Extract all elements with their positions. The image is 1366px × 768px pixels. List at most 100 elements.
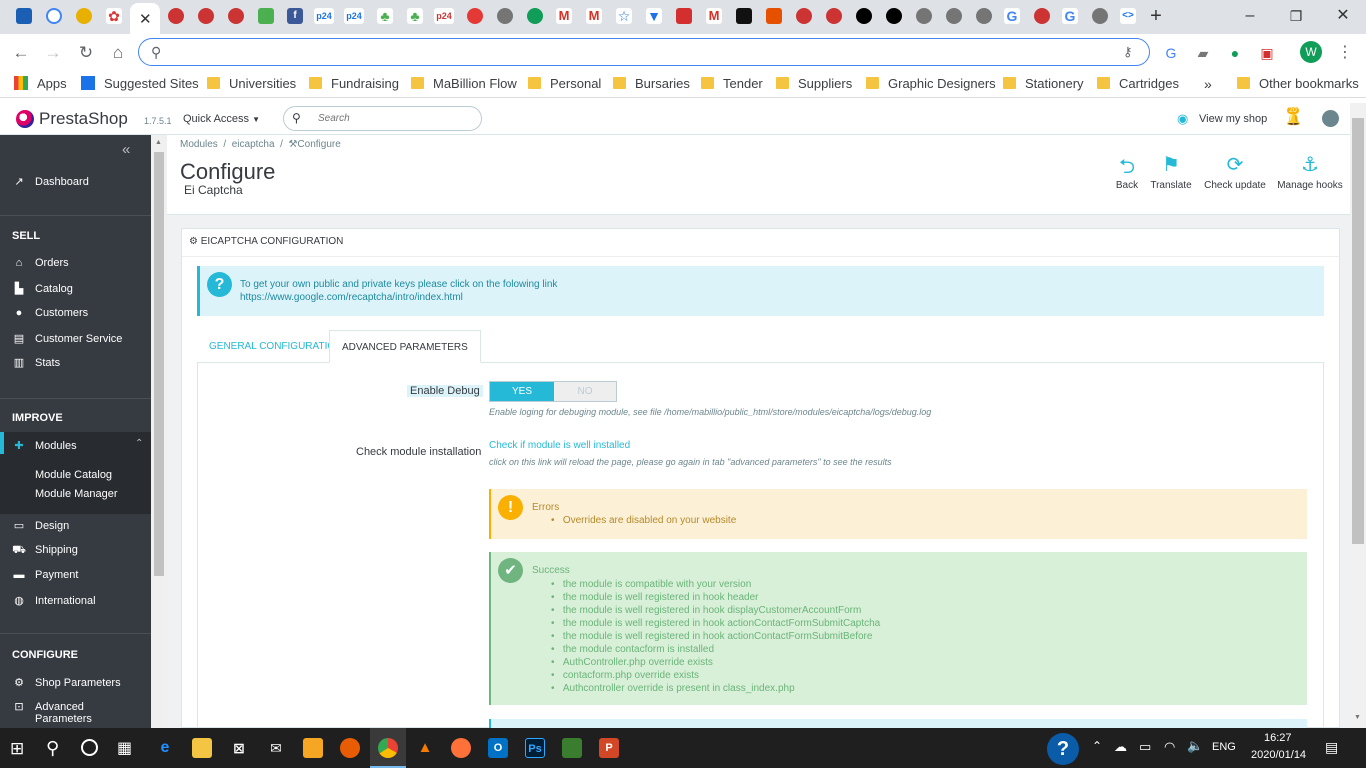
bookmark-stationery[interactable]: Stationery [1003, 76, 1084, 92]
menu-kebab-icon[interactable]: ⋮ [1334, 42, 1356, 64]
toolbar-manage-hooks-button[interactable]: ⚓ Manage hooks [1275, 152, 1345, 191]
edge-icon[interactable]: e [155, 738, 175, 758]
tab-globe-icon[interactable] [946, 8, 962, 24]
tab-gmail-icon[interactable]: M [586, 8, 602, 24]
tab-p24-icon[interactable]: p24 [314, 8, 334, 24]
scrollbar-thumb[interactable] [1352, 118, 1364, 544]
view-my-shop-link[interactable]: View my shop [1199, 113, 1267, 125]
quick-access-dropdown[interactable]: Quick Access ▼ [183, 113, 260, 125]
scroll-up-icon[interactable]: ▲ [155, 139, 162, 146]
extension-icon[interactable]: ● [1224, 42, 1246, 64]
breadcrumb-modules[interactable]: Modules [180, 139, 218, 150]
bookmark-bursaries[interactable]: Bursaries [613, 76, 690, 92]
onedrive-icon[interactable]: ☁ [1114, 739, 1127, 755]
chevron-up-icon[interactable]: ⌃ [1092, 739, 1102, 753]
tab-favicon-icon[interactable] [258, 8, 274, 24]
tab-p24-icon[interactable]: p24 [434, 8, 454, 24]
debug-no-option[interactable]: NO [554, 382, 616, 401]
tab-favicon-icon[interactable] [1034, 8, 1050, 24]
tab-globe-icon[interactable] [1092, 8, 1108, 24]
bookmark-universities[interactable]: Universities [207, 76, 296, 92]
debug-switch[interactable]: YES NO [489, 381, 617, 402]
bookmark-personal[interactable]: Personal [528, 76, 601, 92]
sidebar-item-modules[interactable]: ✚ Modules [12, 439, 76, 452]
bookmark-tender[interactable]: Tender [701, 76, 763, 92]
tab-github-icon[interactable] [886, 8, 902, 24]
check-install-link[interactable]: Check if module is well installed [489, 440, 630, 451]
sidebar-item-orders[interactable]: ⌂ Orders [12, 257, 69, 269]
help-icon[interactable]: ? [1047, 733, 1079, 765]
sidebar-item-payment[interactable]: ▬ Payment [12, 569, 79, 581]
photoshop-icon[interactable]: Ps [525, 738, 545, 758]
bookmark-other[interactable]: Other bookmarks [1237, 76, 1359, 92]
address-bar[interactable]: ⚲ ⚷ [138, 38, 1150, 66]
home-icon[interactable]: ⌂ [107, 42, 129, 64]
tab-favicon-icon[interactable] [76, 8, 92, 24]
reload-icon[interactable]: ↻ [75, 42, 97, 64]
file-explorer-icon[interactable] [192, 738, 212, 758]
translate-ext-icon[interactable]: G [1160, 42, 1182, 64]
sidebar-item-shop-parameters[interactable]: ⚙ Shop Parameters [12, 676, 121, 689]
sidebar-item-customer-service[interactable]: ▤ Customer Service [12, 332, 123, 345]
sidebar-item-design[interactable]: ▭ Design [12, 519, 69, 532]
tab-favicon-icon[interactable] [736, 8, 752, 24]
forward-nav-icon[interactable]: → [42, 42, 64, 64]
bookmark-fundraising[interactable]: Fundraising [309, 76, 399, 92]
tab-favicon-icon[interactable]: ▼ [646, 8, 662, 24]
tab-favicon-icon[interactable] [198, 8, 214, 24]
sidebar-item-stats[interactable]: ▥ Stats [12, 356, 60, 369]
profile-avatar[interactable]: W [1300, 41, 1322, 63]
user-avatar-icon[interactable] [1322, 110, 1339, 127]
breadcrumb-eicaptcha[interactable]: eicaptcha [232, 139, 275, 150]
tab-favicon-icon[interactable] [796, 8, 812, 24]
outlook-icon[interactable]: O [488, 738, 508, 758]
sidebar-item-international[interactable]: ◍ International [12, 594, 95, 607]
volume-icon[interactable]: 🔈 [1187, 738, 1203, 754]
tab-favicon-icon[interactable] [16, 8, 32, 24]
firefox-icon[interactable] [451, 738, 471, 758]
sidebar-item-dashboard[interactable]: ↗ Dashboard [12, 175, 88, 188]
tab-butterfly-icon[interactable]: ✿ [106, 8, 122, 24]
tab-favicon-icon[interactable] [168, 8, 184, 24]
tab-globe-icon[interactable] [976, 8, 992, 24]
tab-advanced-parameters[interactable]: ADVANCED PARAMETERS [329, 330, 481, 363]
prestashop-logo-text[interactable]: PrestaShop [39, 109, 128, 129]
tab-tree-icon[interactable]: ♣ [377, 8, 393, 24]
battery-icon[interactable]: ▭ [1139, 739, 1151, 755]
close-tab-icon[interactable]: ✕ [139, 10, 152, 28]
app-icon[interactable] [562, 738, 582, 758]
extension-icon[interactable]: ▰ [1192, 42, 1214, 64]
tab-google-icon[interactable]: G [1004, 8, 1020, 24]
tab-loading-icon[interactable] [46, 8, 62, 24]
store-icon[interactable]: ⊠ [229, 738, 249, 758]
tab-globe-icon[interactable] [916, 8, 932, 24]
sidebar-item-module-manager[interactable]: Module Manager [35, 488, 118, 500]
sidebar-item-customers[interactable]: ● Customers [12, 307, 89, 319]
toolbar-back-button[interactable]: ⮌ Back [1112, 152, 1142, 191]
tab-facebook-icon[interactable]: f [287, 8, 303, 24]
task-view-icon[interactable]: ▦ [117, 738, 132, 758]
sidebar-scrollbar[interactable]: ▲ [151, 135, 167, 728]
powerpoint-icon[interactable]: P [599, 738, 619, 758]
app-icon[interactable] [340, 738, 360, 758]
chrome-icon[interactable] [378, 738, 398, 758]
more-bookmarks-icon[interactable]: » [1204, 76, 1212, 92]
back-nav-icon[interactable]: ← [10, 42, 32, 64]
tab-p24-icon[interactable]: p24 [344, 8, 364, 24]
tab-tree-icon[interactable]: ♣ [407, 8, 423, 24]
tab-globe-icon[interactable] [497, 8, 513, 24]
key-icon[interactable]: ⚷ [1123, 44, 1133, 60]
notifications-icon[interactable]: ▤ [1325, 739, 1338, 756]
new-tab-icon[interactable]: + [1146, 6, 1166, 26]
sidebar-item-advanced-parameters[interactable]: ⊡ Advanced Parameters [12, 701, 91, 725]
sidebar-item-module-catalog[interactable]: Module Catalog [35, 469, 112, 481]
restore-icon[interactable]: ❐ [1286, 6, 1306, 26]
ps-search-input[interactable] [318, 110, 468, 126]
tab-favicon-icon[interactable] [527, 8, 543, 24]
extension-icon[interactable]: ▣ [1256, 42, 1278, 64]
tab-gmail-icon[interactable]: M [556, 8, 572, 24]
vlc-icon[interactable]: ▲ [415, 738, 435, 758]
tab-favicon-icon[interactable] [228, 8, 244, 24]
clock-date[interactable]: 2020/01/14 [1251, 749, 1306, 761]
search-icon[interactable]: ⚲ [46, 738, 59, 759]
